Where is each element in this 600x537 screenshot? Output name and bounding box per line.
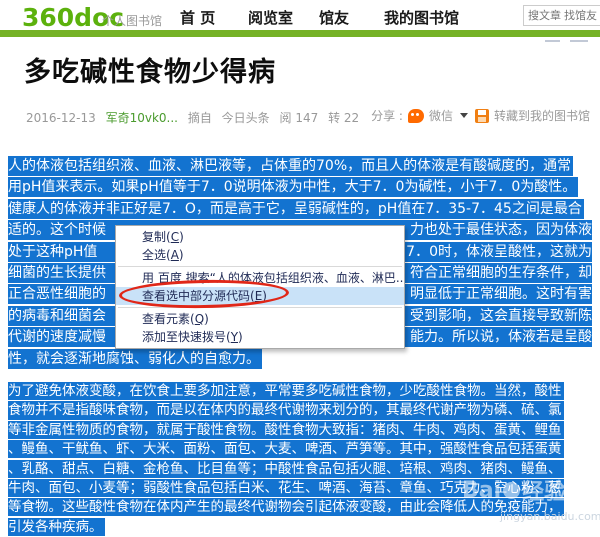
nav-item-my-library[interactable]: 我的图书馆 [384, 7, 459, 28]
menu-item-inspect-element[interactable]: 查看元素(Q) [116, 310, 404, 328]
selected-text-fragment-left: 代谢的速度减慢 [8, 329, 106, 345]
menu-item-view-selection-source[interactable]: 查看选中部分源代码(E) [116, 287, 404, 305]
selected-text-fragment-right: 明显低于正常细胞。这时有害 [410, 284, 592, 304]
menu-separator [118, 266, 402, 267]
selected-text-line: 为了避免体液变酸，在饮食上要多加注意，平常要多吃碱性食物，少吃酸性食物。当然，酸… [8, 382, 564, 400]
selected-text-fragment-left: 正合恶性细胞的 [8, 286, 106, 302]
chevron-down-icon[interactable] [460, 113, 468, 118]
menu-separator [118, 307, 402, 308]
nav-item-home[interactable]: 首 页 [180, 7, 215, 28]
article-date: 2016-12-13 [26, 111, 96, 125]
selected-text-line: 食物并不是指酸味食物，而是以在体内的最终代谢物来划分的，其最终代谢产物为磷、硫、… [8, 401, 564, 419]
selected-paragraph-2: 为了避免体液变酸，在饮食上要多加注意，平常要多吃碱性食物，少吃酸性食物。当然，酸… [8, 382, 592, 537]
selected-text-fragment-left: 的病毒和细菌会 [8, 308, 106, 324]
selected-text-fragment-right: 力也处于最佳状态，因为体液 [410, 220, 592, 240]
menu-item-search-baidu[interactable]: 用 百度 搜索“人的体液包括组织液、血液、淋巴...”(S) [116, 269, 404, 287]
nav-item-friends[interactable]: 馆友 [319, 7, 349, 28]
save-icon[interactable] [475, 109, 489, 123]
page-title: 多吃碱性食物少得病 [24, 50, 276, 89]
selected-text-line: 等食物。这些酸性食物在体内产生的最终代谢物会引起体液变酸，由此会降低人的免疫能力… [8, 498, 564, 516]
selected-text-line: 等非金属性物质的食物，就属于酸性食物。酸性食物大致指：猪肉、牛肉、鸡肉、蛋黄、鲤… [8, 421, 564, 439]
search-input[interactable] [523, 5, 600, 26]
menu-item-copy[interactable]: 复制(C) [116, 228, 404, 246]
context-menu: 复制(C)全选(A) 用 百度 搜索“人的体液包括组织液、血液、淋巴...”(S)… [115, 225, 405, 349]
reposts-count: 转 22 [328, 111, 359, 125]
selected-text-line: 健康人的体液并非正好是7．O，而是高于它，呈弱碱性的，pH值在7．35-7．45… [8, 199, 584, 219]
selected-text-line: 人的体液包括组织液、血液、淋巴液等，占体重的70%，而且人的体液是有酸碱度的，通… [8, 156, 573, 176]
share-bar: 分享 : 微信 转藏到我的图书馆 [371, 107, 590, 124]
wechat-icon[interactable] [408, 109, 424, 123]
selected-text-fragment-right: 7．0时，体液呈酸性，这就为 [406, 242, 592, 262]
selected-text-fragment-left: 细菌的生长提供 [8, 265, 106, 281]
selected-text-fragment-right: 符合正常细胞的生存条件，却 [410, 263, 592, 283]
views-count: 阅 147 [280, 111, 319, 125]
nav-item-reading-room[interactable]: 阅览室 [248, 7, 293, 28]
selected-text-fragment-right: 能力。所以说，体液若是呈酸 [410, 327, 592, 347]
menu-item-select-all[interactable]: 全选(A) [116, 246, 404, 264]
share-label: 分享 : [371, 107, 403, 124]
selected-text-line: 性，就会逐渐地腐蚀、弱化人的自愈力。 [8, 349, 262, 369]
selected-text-fragment-left: 处于这种pH值 [8, 244, 97, 260]
article-meta: 2016-12-13 军奇10vk0... 摘自 今日头条 阅 147 转 22 [26, 109, 365, 126]
header-divider-bar [0, 30, 600, 37]
selected-text-line: 、鳗鱼、干鱿鱼、虾、大米、面粉、面包、大麦、啤酒、芦笋等。其中，强酸性食品包括蛋… [8, 440, 564, 458]
article-author-link[interactable]: 军奇10vk0... [106, 111, 178, 125]
menu-item-add-speed-dial[interactable]: 添加至快速拨号(Y) [116, 328, 404, 346]
source-label: 摘自 [188, 111, 212, 125]
gray-dash [570, 40, 588, 42]
wechat-share-button[interactable]: 微信 [429, 107, 453, 124]
article-source: 今日头条 [222, 111, 270, 125]
page: 360doc 个人图书馆 首 页 阅览室 馆友 我的图书馆 多吃碱性食物少得病 … [0, 0, 600, 537]
gray-dash [545, 40, 560, 42]
site-logo-suffix: 个人图书馆 [102, 12, 162, 29]
save-to-library-button[interactable]: 转藏到我的图书馆 [494, 107, 590, 124]
selected-text-fragment-left: 适的。这个时候 [8, 222, 106, 238]
selected-text-fragment-right: 受到影响，这会直接导致新陈 [410, 306, 592, 326]
selected-text-line: 、乳酪、甜点、白糖、金枪鱼、比目鱼等；中酸性食品包括火腿、培根、鸡肉、猪肉、鳗鱼… [8, 460, 564, 478]
selected-text-line: 引发各种疾病。 [8, 518, 105, 536]
selected-text-line: 牛肉、面包、小麦等；弱酸性食品包括白米、花生、啤酒、海苔、章鱼、巧克力、空心粉、… [8, 479, 564, 497]
site-header: 360doc 个人图书馆 首 页 阅览室 馆友 我的图书馆 [0, 0, 600, 31]
selected-text-line: 用pH值来表示。如果pH值等于7．0说明体液为中性，大于7．0为碱性，小于7．0… [8, 177, 578, 197]
